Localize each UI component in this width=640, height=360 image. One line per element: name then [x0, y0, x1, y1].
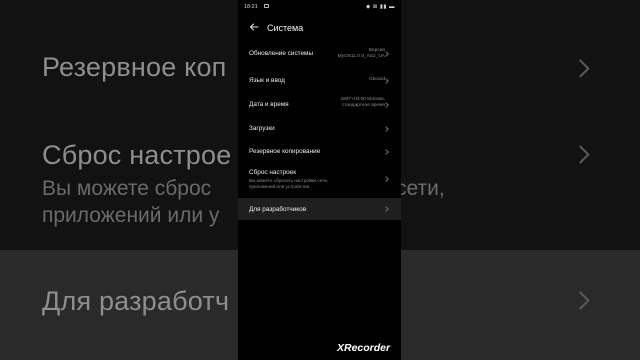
settings-item-label: Резервное копирование	[249, 148, 321, 155]
screen-record-icon	[264, 4, 269, 8]
phone-screen: 18:21 ◆ ⊠ ▮▮ ▬ Система Обновление систем…	[238, 0, 401, 360]
background-text-reset-desc-tail: сети,	[396, 177, 445, 200]
settings-item-system-update[interactable]: Обновление системы Версия MyOS11.0.0_AS2…	[238, 42, 401, 66]
settings-item-label: Дата и время	[249, 101, 289, 108]
background-text-reset: Сброс настрое	[42, 140, 232, 170]
settings-item-label: Для разработчиков	[249, 206, 307, 213]
chevron-right-icon	[383, 206, 389, 212]
status-bar: 18:21 ◆ ⊠ ▮▮ ▬	[238, 0, 401, 14]
settings-item-description: Вы можете сбросить настройки сети, прило…	[249, 178, 329, 189]
settings-item-value: Версия MyOS11.0.0_AS2_UA	[337, 48, 385, 59]
background-text-reset-desc: Вы можете сброс	[42, 177, 212, 200]
settings-item-label: Язык и ввод	[249, 77, 285, 84]
page-title: Система	[267, 23, 304, 33]
chevron-right-icon	[383, 149, 389, 155]
settings-item-label: Обновление системы	[249, 50, 314, 57]
chevron-right-icon	[383, 176, 389, 182]
status-time: 18:21	[244, 4, 258, 10]
back-arrow-icon[interactable]	[249, 22, 259, 32]
background-text-developer: Для разработч	[42, 286, 230, 316]
settings-item-value: GMT+03:00 Москва, стандартное время	[340, 97, 385, 108]
settings-item-date-time[interactable]: Дата и время GMT+03:00 Москва, стандартн…	[238, 92, 401, 118]
settings-item-downloads[interactable]: Загрузки	[238, 118, 401, 140]
background-text-reset-desc-2: приложений или у	[42, 204, 220, 227]
settings-item-backup[interactable]: Резервное копирование	[238, 141, 401, 165]
chevron-right-icon	[383, 126, 389, 132]
settings-item-label: Сброс настроек	[249, 169, 297, 176]
background-text-backup: Резервное коп	[42, 52, 227, 82]
recorder-watermark: XRecorder	[337, 342, 391, 354]
settings-item-developer[interactable]: Для разработчиков	[238, 198, 401, 220]
settings-item-language[interactable]: Язык и ввод Gboard	[238, 67, 401, 91]
title-bar: Система	[238, 18, 401, 40]
status-icons: ◆ ⊠ ▮▮ ▬	[366, 4, 395, 10]
settings-item-reset[interactable]: Сброс настроек Вы можете сбросить настро…	[238, 166, 401, 196]
settings-item-label: Загрузки	[249, 125, 275, 132]
